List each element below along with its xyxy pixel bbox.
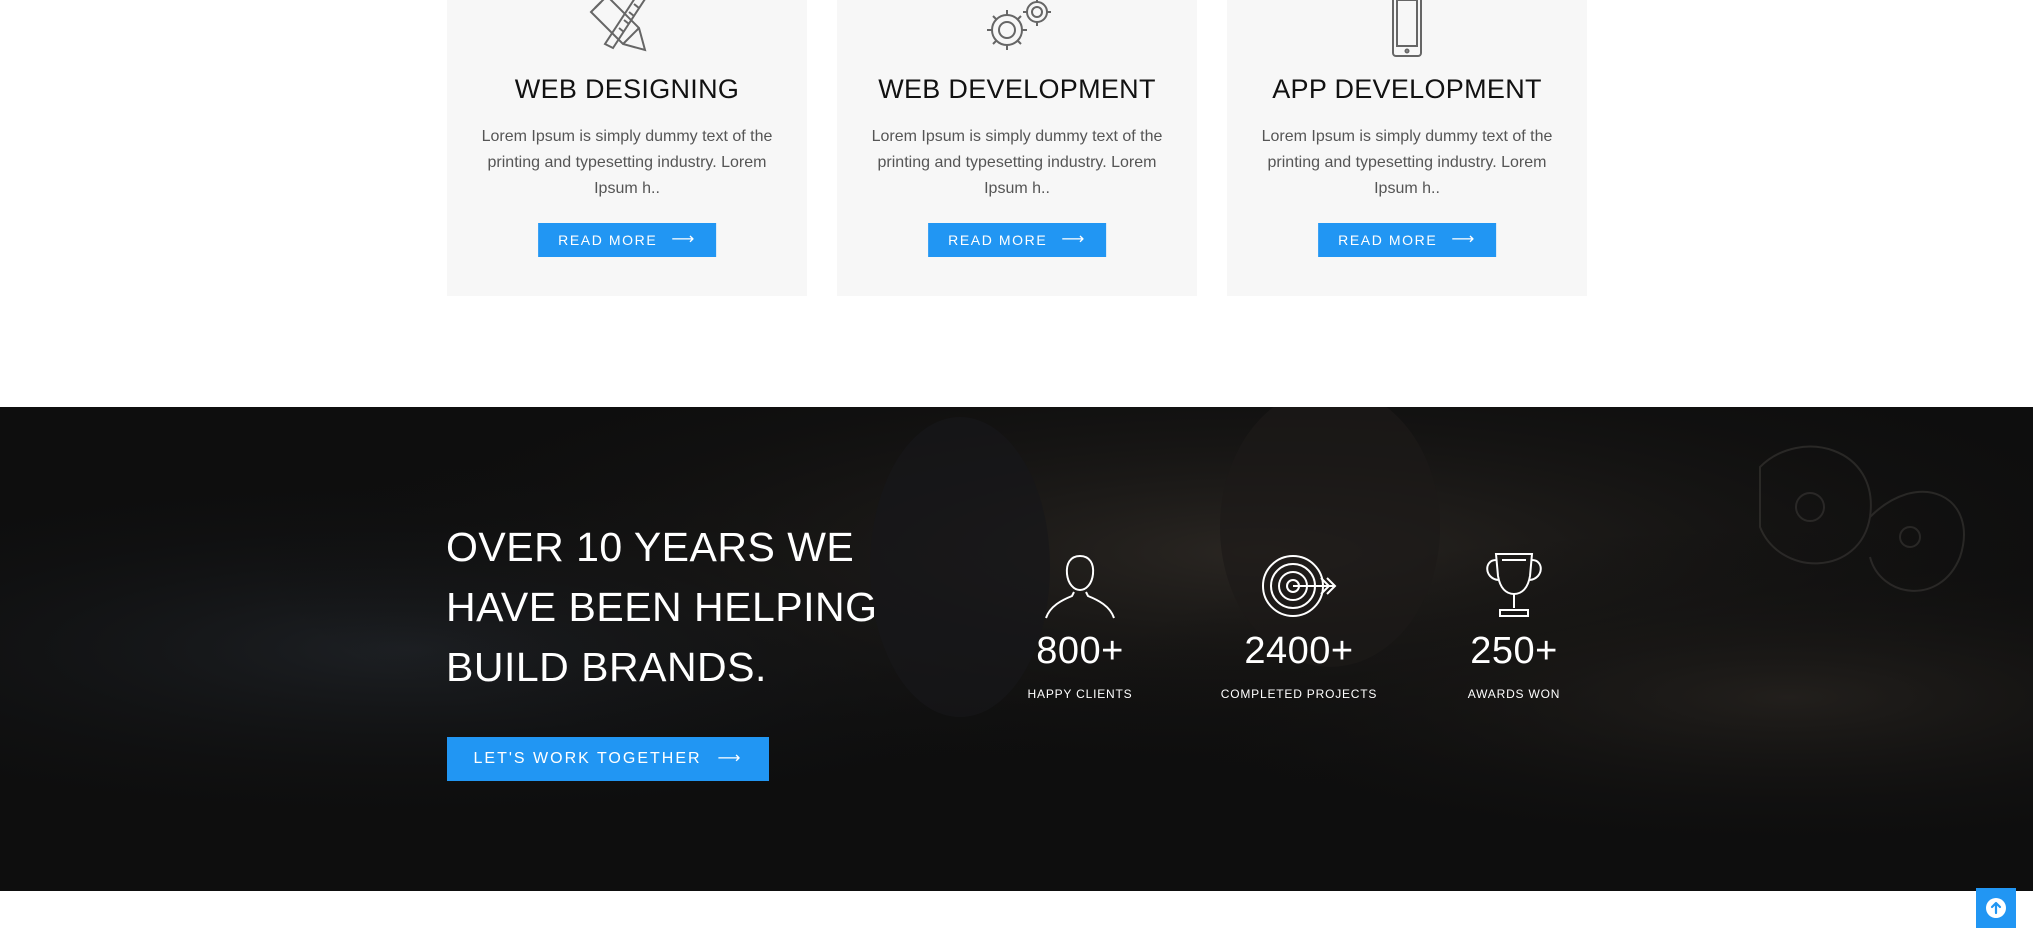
arrow-right-icon: ⟶ [671, 231, 696, 248]
read-more-label: READ MORE [948, 232, 1048, 248]
stat-label: COMPLETED PROJECTS [1220, 687, 1378, 701]
read-more-label: READ MORE [1338, 232, 1438, 248]
stats-band: OVER 10 YEARS WE HAVE BEEN HELPING BUILD… [0, 407, 2033, 891]
stat-completed-projects: 2400+ COMPLETED PROJECTS [1199, 550, 1399, 701]
arrow-right-icon: ⟶ [1451, 231, 1476, 248]
service-card-web-development: WEB DEVELOPMENT Lorem Ipsum is simply du… [837, 0, 1197, 296]
service-title: APP DEVELOPMENT [1272, 74, 1542, 104]
tablet-icon [1367, 0, 1447, 60]
arrow-up-circle-icon [1986, 898, 2006, 918]
stat-value: 800+ [1036, 630, 1124, 672]
stat-value: 250+ [1470, 630, 1558, 672]
read-more-button[interactable]: READ MORE ⟶ [1318, 223, 1496, 257]
arrow-right-icon: ⟶ [717, 750, 743, 767]
trophy-icon [1474, 550, 1554, 620]
service-description: Lorem Ipsum is simply dummy text of the … [481, 128, 773, 197]
service-card-web-designing: WEB DESIGNING Lorem Ipsum is simply dumm… [447, 0, 807, 296]
stat-label: HAPPY CLIENTS [1027, 687, 1133, 701]
headline-line: HAVE BEEN HELPING [446, 584, 878, 630]
gears-icon [977, 0, 1057, 60]
service-description: Lorem Ipsum is simply dummy text of the … [871, 128, 1163, 197]
pencil-ruler-icon [587, 0, 667, 60]
stat-value: 2400+ [1244, 630, 1354, 672]
user-icon [1040, 550, 1120, 620]
stat-label: AWARDS WON [1467, 687, 1561, 701]
service-description: Lorem Ipsum is simply dummy text of the … [1261, 128, 1553, 197]
read-more-button[interactable]: READ MORE ⟶ [928, 223, 1106, 257]
service-card-app-development: APP DEVELOPMENT Lorem Ipsum is simply du… [1227, 0, 1587, 296]
service-cards: WEB DESIGNING Lorem Ipsum is simply dumm… [447, 0, 1587, 296]
service-title: WEB DEVELOPMENT [878, 74, 1156, 104]
service-title: WEB DESIGNING [514, 74, 740, 104]
read-more-button[interactable]: READ MORE ⟶ [538, 223, 716, 257]
headline-line: OVER 10 YEARS WE [446, 524, 855, 570]
headline-line: BUILD BRANDS. [446, 644, 767, 690]
services-section: WEB DESIGNING Lorem Ipsum is simply dumm… [0, 0, 2033, 407]
stat-happy-clients: 800+ HAPPY CLIENTS [980, 550, 1180, 701]
arrow-right-icon: ⟶ [1061, 231, 1086, 248]
scroll-to-top-button[interactable] [1976, 888, 2016, 928]
read-more-label: READ MORE [558, 232, 658, 248]
lets-work-together-button[interactable]: LET'S WORK TOGETHER ⟶ [447, 737, 769, 781]
cta-label: LET'S WORK TOGETHER [473, 750, 702, 767]
band-headline: OVER 10 YEARS WE HAVE BEEN HELPING BUILD… [446, 517, 886, 697]
stat-awards-won: 250+ AWARDS WON [1414, 550, 1614, 701]
target-icon [1259, 550, 1339, 620]
